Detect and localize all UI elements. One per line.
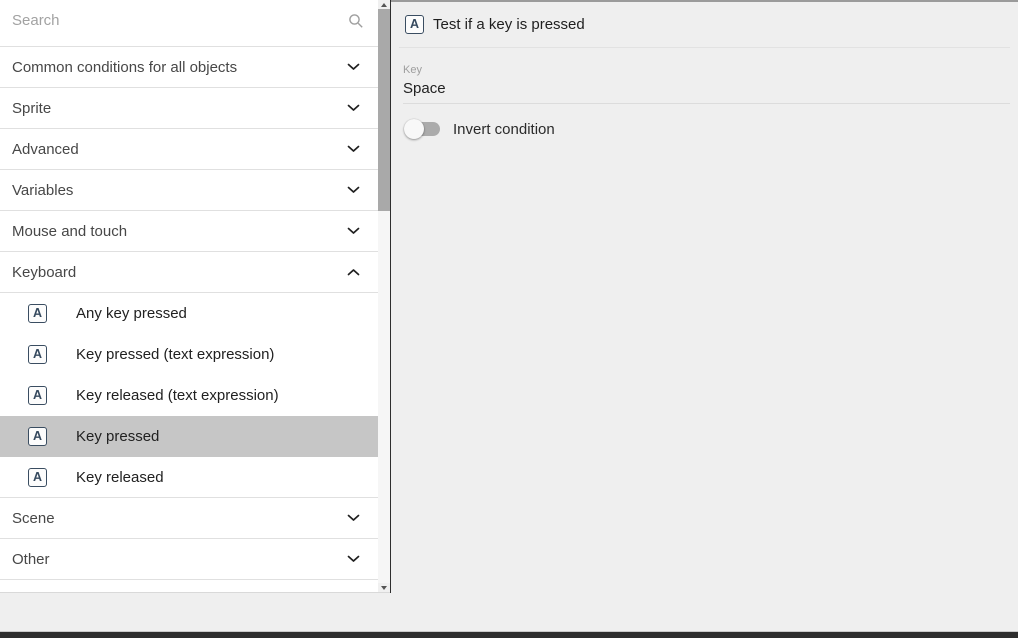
condition-any-key-pressed[interactable]: A Any key pressed [0, 293, 378, 334]
category-label: Common conditions for all objects [12, 59, 237, 76]
keyboard-key-icon: A [28, 427, 47, 446]
header-divider [399, 47, 1010, 48]
key-field-label: Key [403, 64, 1010, 76]
search-row [0, 0, 378, 47]
category-label: Keyboard [12, 264, 76, 281]
category-mouse-and-touch[interactable]: Mouse and touch [0, 211, 378, 252]
condition-key-pressed-text-expression[interactable]: A Key pressed (text expression) [0, 334, 378, 375]
category-label: Sprite [12, 100, 51, 117]
category-label: Advanced [12, 141, 79, 158]
scroll-up-button[interactable] [378, 0, 390, 9]
chevron-down-icon [347, 227, 360, 235]
condition-picker-dialog: Common conditions for all objects Sprite… [0, 0, 1018, 638]
keyboard-key-icon: A [28, 345, 47, 364]
category-label: Variables [12, 182, 73, 199]
condition-key-released-text-expression[interactable]: A Key released (text expression) [0, 375, 378, 416]
condition-detail-panel: A Test if a key is pressed Key Space Inv… [391, 0, 1018, 593]
category-keyboard[interactable]: Keyboard [0, 252, 378, 293]
keyboard-key-icon: A [28, 386, 47, 405]
category-label: Other [12, 551, 50, 568]
window-bottom-edge [0, 631, 1018, 638]
condition-category-list: Common conditions for all objects Sprite… [0, 0, 378, 593]
scroll-down-button[interactable] [378, 583, 390, 592]
toggle-thumb [404, 119, 424, 139]
condition-label: Key pressed (text expression) [76, 346, 274, 363]
invert-condition-toggle[interactable] [404, 119, 442, 139]
keyboard-key-icon: A [28, 304, 47, 323]
detail-header: A Test if a key is pressed [391, 2, 1018, 47]
key-field-underline [403, 103, 1010, 104]
condition-key-pressed[interactable]: A Key pressed [0, 416, 378, 457]
category-other[interactable]: Other [0, 539, 378, 580]
triangle-up-icon [381, 3, 387, 7]
condition-label: Key pressed [76, 428, 159, 445]
condition-title: Test if a key is pressed [433, 16, 585, 33]
dialog-footer [0, 593, 1018, 631]
invert-condition-row: Invert condition [404, 119, 1006, 139]
key-field: Key Space [403, 64, 1010, 104]
key-field-value[interactable]: Space [403, 80, 1010, 97]
search-icon [348, 13, 364, 29]
triangle-down-icon [381, 586, 387, 590]
condition-label: Any key pressed [76, 305, 187, 322]
invert-condition-label: Invert condition [453, 121, 555, 138]
keyboard-key-icon: A [28, 468, 47, 487]
chevron-down-icon [347, 104, 360, 112]
dialog-content: Common conditions for all objects Sprite… [0, 0, 1018, 593]
category-label: Mouse and touch [12, 223, 127, 240]
condition-label: Key released (text expression) [76, 387, 279, 404]
condition-key-released[interactable]: A Key released [0, 457, 378, 498]
category-variables[interactable]: Variables [0, 170, 378, 211]
chevron-down-icon [347, 186, 360, 194]
sidebar-scrollbar[interactable] [378, 0, 390, 593]
category-label: Scene [12, 510, 55, 527]
scrollbar-thumb[interactable] [378, 9, 390, 211]
chevron-down-icon [347, 514, 360, 522]
keyboard-key-icon: A [405, 15, 424, 34]
category-scene[interactable]: Scene [0, 498, 378, 539]
category-common-conditions[interactable]: Common conditions for all objects [0, 47, 378, 88]
chevron-up-icon [347, 268, 360, 276]
chevron-down-icon [347, 145, 360, 153]
condition-label: Key released [76, 469, 164, 486]
category-sprite[interactable]: Sprite [0, 88, 378, 129]
search-input[interactable] [0, 0, 378, 46]
chevron-down-icon [347, 555, 360, 563]
category-advanced[interactable]: Advanced [0, 129, 378, 170]
chevron-down-icon [347, 63, 360, 71]
